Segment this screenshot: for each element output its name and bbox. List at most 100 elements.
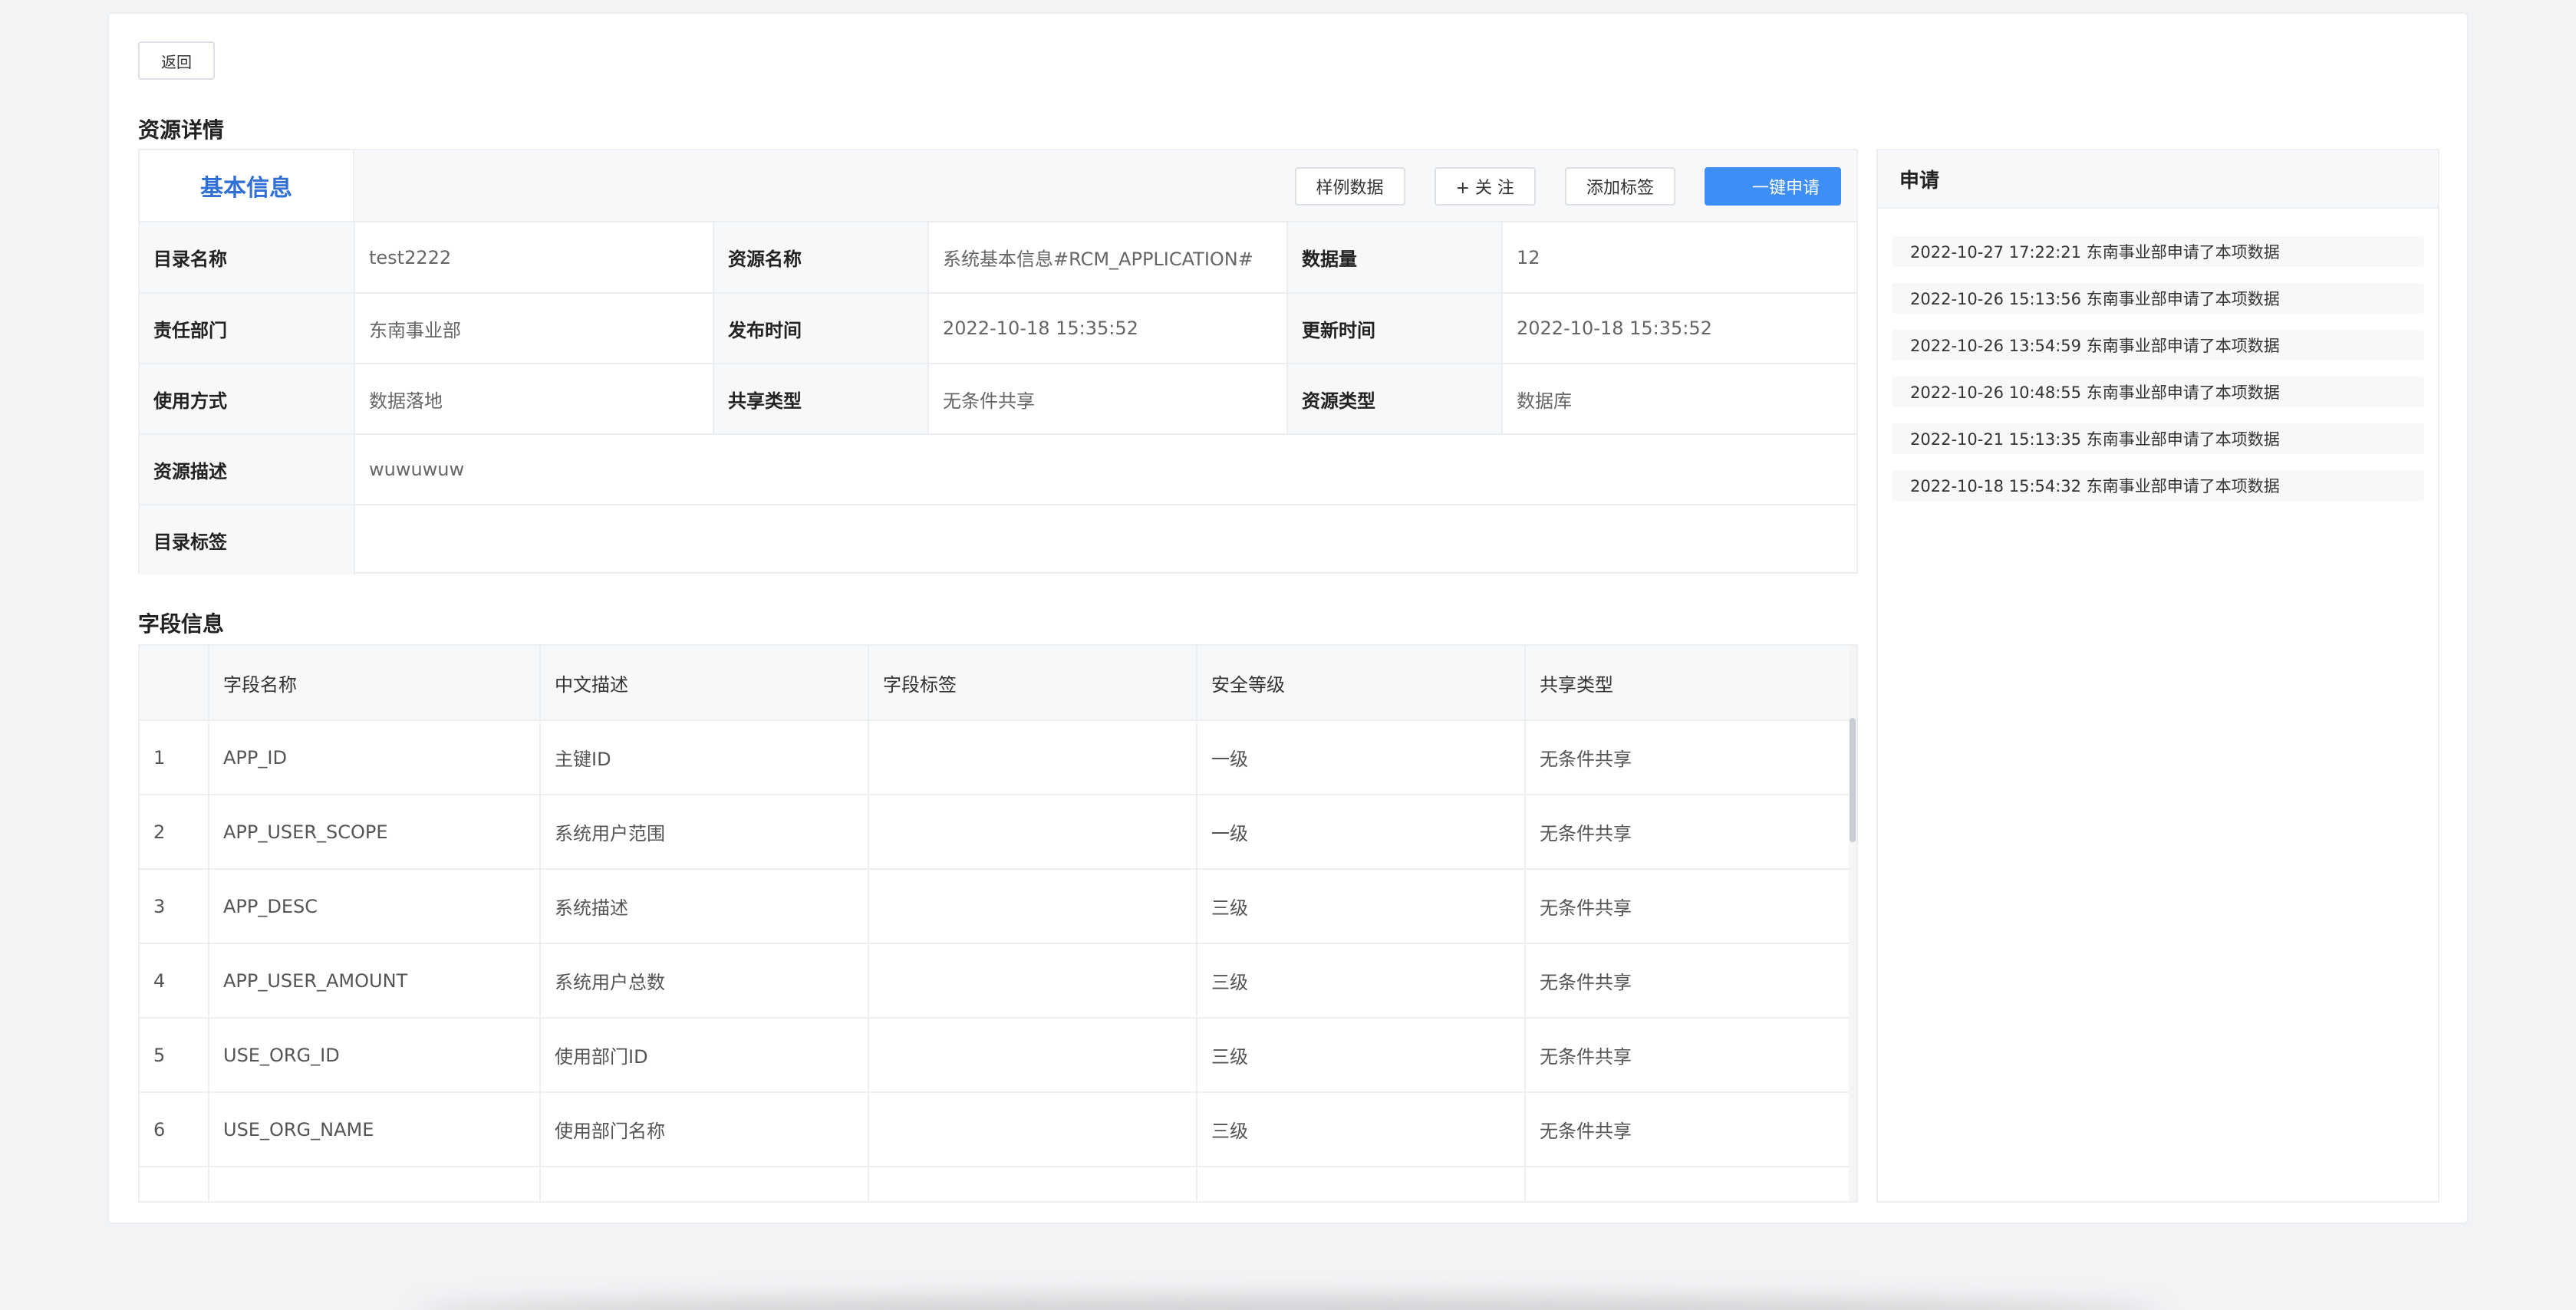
table-row[interactable]: 2 APP_USER_SCOPE 系统用户范围 一级 无条件共享: [140, 795, 1850, 870]
row-index: 5: [140, 1018, 209, 1093]
sample-data-button[interactable]: 样例数据: [1294, 167, 1405, 206]
row-index: 4: [140, 943, 209, 1019]
apply-record-item: 2022-10-26 15:13:56 东南事业部申请了本项数据: [1892, 283, 2424, 314]
table-row[interactable]: [140, 1167, 1850, 1201]
apply-panel: 申请 2022-10-27 17:22:21 东南事业部申请了本项数据 2022…: [1876, 149, 2439, 1203]
row-index: 3: [140, 869, 209, 944]
table-row[interactable]: 6 USE_ORG_NAME 使用部门名称 三级 无条件共享: [140, 1092, 1850, 1167]
row-share-type: 无条件共享: [1525, 1092, 1850, 1167]
column-header-tag: 字段标签: [868, 646, 1197, 721]
row-field-desc: 系统描述: [540, 869, 869, 944]
apply-record-item: 2022-10-26 13:54:59 东南事业部申请了本项数据: [1892, 330, 2424, 360]
row-share-type: 无条件共享: [1525, 1018, 1850, 1093]
row-field-tag: [868, 1018, 1197, 1093]
page-card: 返回 资源详情 基本信息 样例数据 + 关 注 添加标签 一键申请 目录名称 t…: [107, 12, 2469, 1224]
field-label: 使用方式: [140, 363, 355, 434]
info-row: 目录名称 test2222 资源名称 系统基本信息#RCM_APPLICATIO…: [140, 222, 1856, 293]
info-row: 使用方式 数据落地 共享类型 无条件共享 资源类型 数据库: [140, 363, 1856, 434]
field-value: 2022-10-18 15:35:52: [1502, 292, 1856, 364]
row-security-level: 三级: [1197, 943, 1526, 1019]
field-value: 2022-10-18 15:35:52: [928, 292, 1288, 364]
row-field-tag: [868, 943, 1197, 1019]
catalog-tags-label: 目录标签: [140, 504, 355, 575]
header-actions: 样例数据 + 关 注 添加标签 一键申请: [1294, 167, 1841, 206]
column-header-index: [140, 646, 209, 721]
field-label: 共享类型: [713, 363, 929, 434]
row-share-type: [1525, 1167, 1850, 1201]
one-click-apply-button[interactable]: 一键申请: [1705, 167, 1841, 206]
add-tag-button[interactable]: 添加标签: [1564, 167, 1675, 206]
description-value: wuwuwuw: [354, 433, 1856, 505]
row-field-desc: 主键ID: [540, 720, 869, 795]
field-value: 数据落地: [354, 363, 714, 434]
row-field-name: USE_ORG_NAME: [209, 1092, 541, 1167]
row-index: [140, 1167, 209, 1201]
row-index: 1: [140, 720, 209, 795]
description-label: 资源描述: [140, 433, 355, 505]
row-field-desc: 系统用户总数: [540, 943, 869, 1019]
row-share-type: 无条件共享: [1525, 869, 1850, 944]
field-value: 数据库: [1502, 363, 1856, 434]
field-info-title: 字段信息: [138, 611, 225, 637]
row-security-level: 三级: [1197, 1018, 1526, 1093]
row-index: 2: [140, 795, 209, 870]
field-value: 无条件共享: [928, 363, 1288, 434]
row-share-type: 无条件共享: [1525, 720, 1850, 795]
table-scrollbar-thumb[interactable]: [1850, 718, 1856, 842]
table-row[interactable]: 4 APP_USER_AMOUNT 系统用户总数 三级 无条件共享: [140, 943, 1850, 1019]
row-security-level: 一级: [1197, 795, 1526, 870]
row-field-name: APP_USER_SCOPE: [209, 795, 541, 870]
column-header-level: 安全等级: [1197, 646, 1526, 721]
row-field-desc: 使用部门ID: [540, 1018, 869, 1093]
basic-info-header: 基本信息 样例数据 + 关 注 添加标签 一键申请: [140, 150, 1856, 222]
follow-button[interactable]: + 关 注: [1434, 167, 1536, 206]
info-row: 责任部门 东南事业部 发布时间 2022-10-18 15:35:52 更新时间…: [140, 292, 1856, 364]
row-security-level: 三级: [1197, 869, 1526, 944]
row-share-type: 无条件共享: [1525, 943, 1850, 1019]
row-field-tag: [868, 1167, 1197, 1201]
row-field-tag: [868, 720, 1197, 795]
row-security-level: 三级: [1197, 1092, 1526, 1167]
row-field-desc: 系统用户范围: [540, 795, 869, 870]
row-field-desc: 使用部门名称: [540, 1092, 869, 1167]
row-field-name: APP_USER_AMOUNT: [209, 943, 541, 1019]
row-field-tag: [868, 1092, 1197, 1167]
field-label: 更新时间: [1287, 292, 1503, 364]
back-button[interactable]: 返回: [138, 41, 215, 80]
row-field-name: APP_DESC: [209, 869, 541, 944]
row-field-name: USE_ORG_ID: [209, 1018, 541, 1093]
info-row-description: 资源描述 wuwuwuw: [140, 433, 1856, 505]
field-value: 12: [1517, 246, 1540, 268]
field-label: 目录名称: [140, 222, 355, 293]
apply-record-item: 2022-10-18 15:54:32 东南事业部申请了本项数据: [1892, 470, 2424, 501]
field-table: 字段名称 中文描述 字段标签 安全等级 共享类型 1 APP_ID 主键ID 一…: [140, 646, 1850, 1201]
row-field-tag: [868, 869, 1197, 944]
row-security-level: 一级: [1197, 720, 1526, 795]
row-field-name: [209, 1167, 541, 1201]
basic-info-grid: 目录名称 test2222 资源名称 系统基本信息#RCM_APPLICATIO…: [140, 222, 1856, 575]
apply-record-item: 2022-10-26 10:48:55 东南事业部申请了本项数据: [1892, 377, 2424, 407]
apply-panel-title: 申请: [1878, 150, 2438, 209]
column-header-name: 字段名称: [209, 646, 541, 721]
row-field-tag: [868, 795, 1197, 870]
field-label: 数据量: [1287, 222, 1503, 293]
table-header-row: 字段名称 中文描述 字段标签 安全等级 共享类型: [140, 646, 1850, 721]
field-value: 东南事业部: [354, 292, 714, 364]
table-row[interactable]: 3 APP_DESC 系统描述 三级 无条件共享: [140, 869, 1850, 944]
field-table-panel: 字段名称 中文描述 字段标签 安全等级 共享类型 1 APP_ID 主键ID 一…: [138, 644, 1858, 1203]
row-index: 6: [140, 1092, 209, 1167]
table-row[interactable]: 5 USE_ORG_ID 使用部门ID 三级 无条件共享: [140, 1018, 1850, 1093]
column-header-share: 共享类型: [1525, 646, 1850, 721]
catalog-tags-value: [354, 504, 1856, 575]
tab-basic-info[interactable]: 基本信息: [140, 150, 354, 221]
field-label: 发布时间: [713, 292, 929, 364]
apply-record-item: 2022-10-27 17:22:21 东南事业部申请了本项数据: [1892, 236, 2424, 267]
apply-record-item: 2022-10-21 15:13:35 东南事业部申请了本项数据: [1892, 423, 2424, 454]
info-row-tags: 目录标签: [140, 504, 1856, 575]
row-field-desc: [540, 1167, 869, 1201]
table-row[interactable]: 1 APP_ID 主键ID 一级 无条件共享: [140, 720, 1850, 795]
page-title: 资源详情: [138, 117, 225, 143]
field-value: 系统基本信息#RCM_APPLICATION#: [928, 222, 1288, 293]
row-field-name: APP_ID: [209, 720, 541, 795]
field-label: 资源类型: [1287, 363, 1503, 434]
